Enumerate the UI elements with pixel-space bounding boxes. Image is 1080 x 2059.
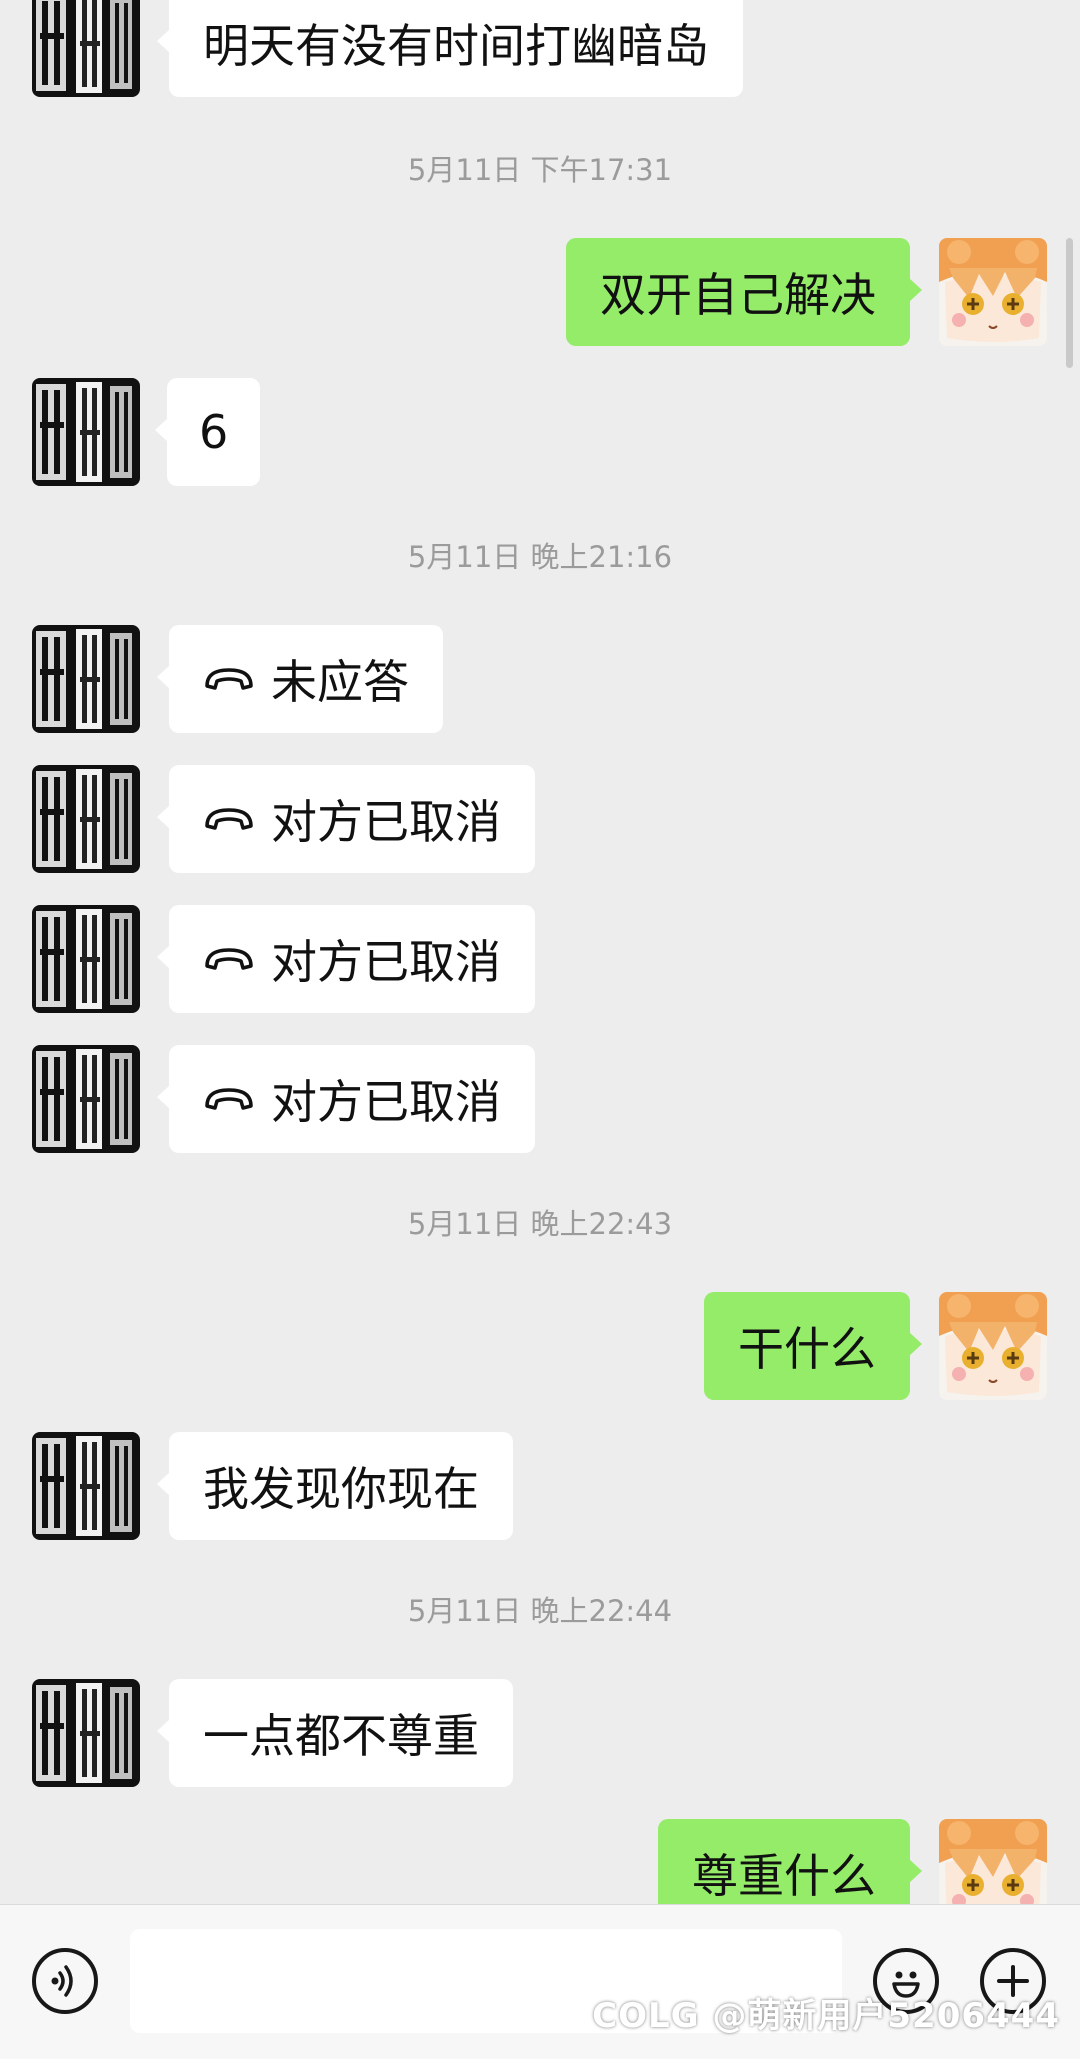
timestamp: 5月11日 晚上21:16	[407, 540, 673, 574]
contact-avatar[interactable]	[32, 1679, 140, 1787]
timestamp: 5月11日 下午17:31	[407, 153, 673, 187]
message-bubble-outgoing[interactable]: 尊重什么	[658, 1819, 922, 1904]
my-avatar[interactable]	[939, 1292, 1047, 1400]
message-bubble-incoming[interactable]: 明天有没有时间打幽暗岛	[157, 0, 743, 97]
message-text: 对方已取消	[271, 935, 501, 989]
contact-avatar-image	[32, 378, 140, 486]
contact-avatar[interactable]	[32, 0, 140, 97]
contact-avatar[interactable]	[32, 765, 140, 873]
my-avatar[interactable]	[939, 238, 1047, 346]
contact-avatar-image	[32, 1432, 140, 1540]
my-avatar[interactable]	[939, 1819, 1047, 1904]
voice-button[interactable]	[32, 1948, 98, 2014]
message-text: 尊重什么	[692, 1849, 876, 1903]
phone-hangup-icon	[205, 948, 253, 970]
message-text: 对方已取消	[271, 795, 501, 849]
scrollbar[interactable]	[1066, 238, 1073, 368]
message-text: 6	[199, 405, 229, 459]
my-avatar-image	[939, 1819, 1047, 1904]
message-text: 明天有没有时间打幽暗岛	[203, 19, 709, 73]
message-bubble-outgoing[interactable]: 双开自己解决	[566, 238, 922, 346]
watermark: COLG @萌新用户5206444	[592, 1996, 1060, 2036]
my-avatar-image	[939, 1292, 1047, 1400]
contact-avatar-image	[32, 765, 140, 873]
phone-hangup-icon	[205, 808, 253, 830]
voice-icon	[51, 1965, 73, 1997]
message-text: 未应答	[271, 655, 409, 709]
message-text: 我发现你现在	[203, 1462, 479, 1516]
contact-avatar-image	[32, 1045, 140, 1153]
call-record-bubble[interactable]: 对方已取消	[157, 1045, 535, 1153]
timestamp: 5月11日 晚上22:43	[407, 1207, 673, 1241]
message-bubble-outgoing[interactable]: 干什么	[704, 1292, 922, 1400]
message-text: 一点都不尊重	[203, 1709, 479, 1763]
contact-avatar-image	[32, 1679, 140, 1787]
message-text: 双开自己解决	[600, 268, 876, 322]
contact-avatar-image	[32, 625, 140, 733]
message-bubble-incoming[interactable]: 6	[154, 378, 261, 486]
message-bubble-incoming[interactable]: 一点都不尊重	[157, 1679, 513, 1787]
phone-hangup-icon	[205, 668, 253, 690]
contact-avatar[interactable]	[32, 1432, 140, 1540]
contact-avatar-image	[32, 0, 140, 97]
message-text: 对方已取消	[271, 1075, 501, 1129]
phone-hangup-icon	[205, 1088, 253, 1110]
contact-avatar[interactable]	[32, 625, 140, 733]
contact-avatar[interactable]	[32, 1045, 140, 1153]
contact-avatar[interactable]	[32, 378, 140, 486]
contact-avatar[interactable]	[32, 905, 140, 1013]
call-record-bubble[interactable]: 未应答	[157, 625, 443, 733]
message-bubble-incoming[interactable]: 我发现你现在	[157, 1432, 513, 1540]
timestamp: 5月11日 晚上22:44	[407, 1594, 673, 1628]
call-record-bubble[interactable]: 对方已取消	[157, 765, 535, 873]
chat-area[interactable]: 明天有没有时间打幽暗岛 5月11日 下午17:31 双开自己解决 6 5月11日…	[0, 0, 1080, 1904]
message-text: 干什么	[738, 1322, 876, 1376]
call-record-bubble[interactable]: 对方已取消	[157, 905, 535, 1013]
my-avatar-image	[939, 238, 1047, 346]
contact-avatar-image	[32, 905, 140, 1013]
